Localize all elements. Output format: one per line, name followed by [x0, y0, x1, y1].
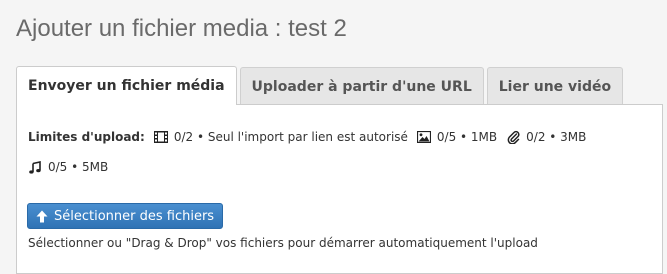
upload-limits-label: Limites d'upload:: [28, 130, 145, 144]
picture-icon: [416, 130, 431, 144]
image-limit-text: 0/5 • 1MB: [436, 130, 498, 144]
audio-limit-text: 0/5 • 5MB: [48, 160, 109, 174]
document-limit-text: 0/2 • 3MB: [526, 130, 587, 144]
upload-limits-audio: 0/5 • 5MB: [28, 159, 117, 175]
tab-link-video[interactable]: Lier une vidéo: [486, 67, 624, 105]
tab-upload-file[interactable]: Envoyer un fichier média: [16, 66, 237, 105]
upload-limits: Limites d'upload: 0/2 • Seul l'import pa…: [28, 129, 595, 145]
page-title: Ajouter un fichier media : test 2: [16, 15, 347, 42]
video-limit-text: 0/2 • Seul l'import par lien est autoris…: [173, 130, 408, 144]
film-icon: [153, 130, 168, 144]
media-tabs: Envoyer un fichier média Uploader à part…: [16, 66, 626, 105]
upload-panel: Limites d'upload: 0/2 • Seul l'import pa…: [16, 104, 663, 274]
tab-upload-from-url[interactable]: Uploader à partir d'une URL: [239, 67, 484, 105]
select-files-label: Sélectionner des fichiers: [54, 208, 215, 224]
music-note-icon: [28, 160, 42, 174]
paperclip-icon: [506, 130, 520, 144]
upload-hint: Sélectionner ou "Drag & Drop" vos fichie…: [28, 236, 538, 250]
arrow-up-icon: [36, 210, 48, 223]
select-files-button[interactable]: Sélectionner des fichiers: [27, 203, 224, 229]
